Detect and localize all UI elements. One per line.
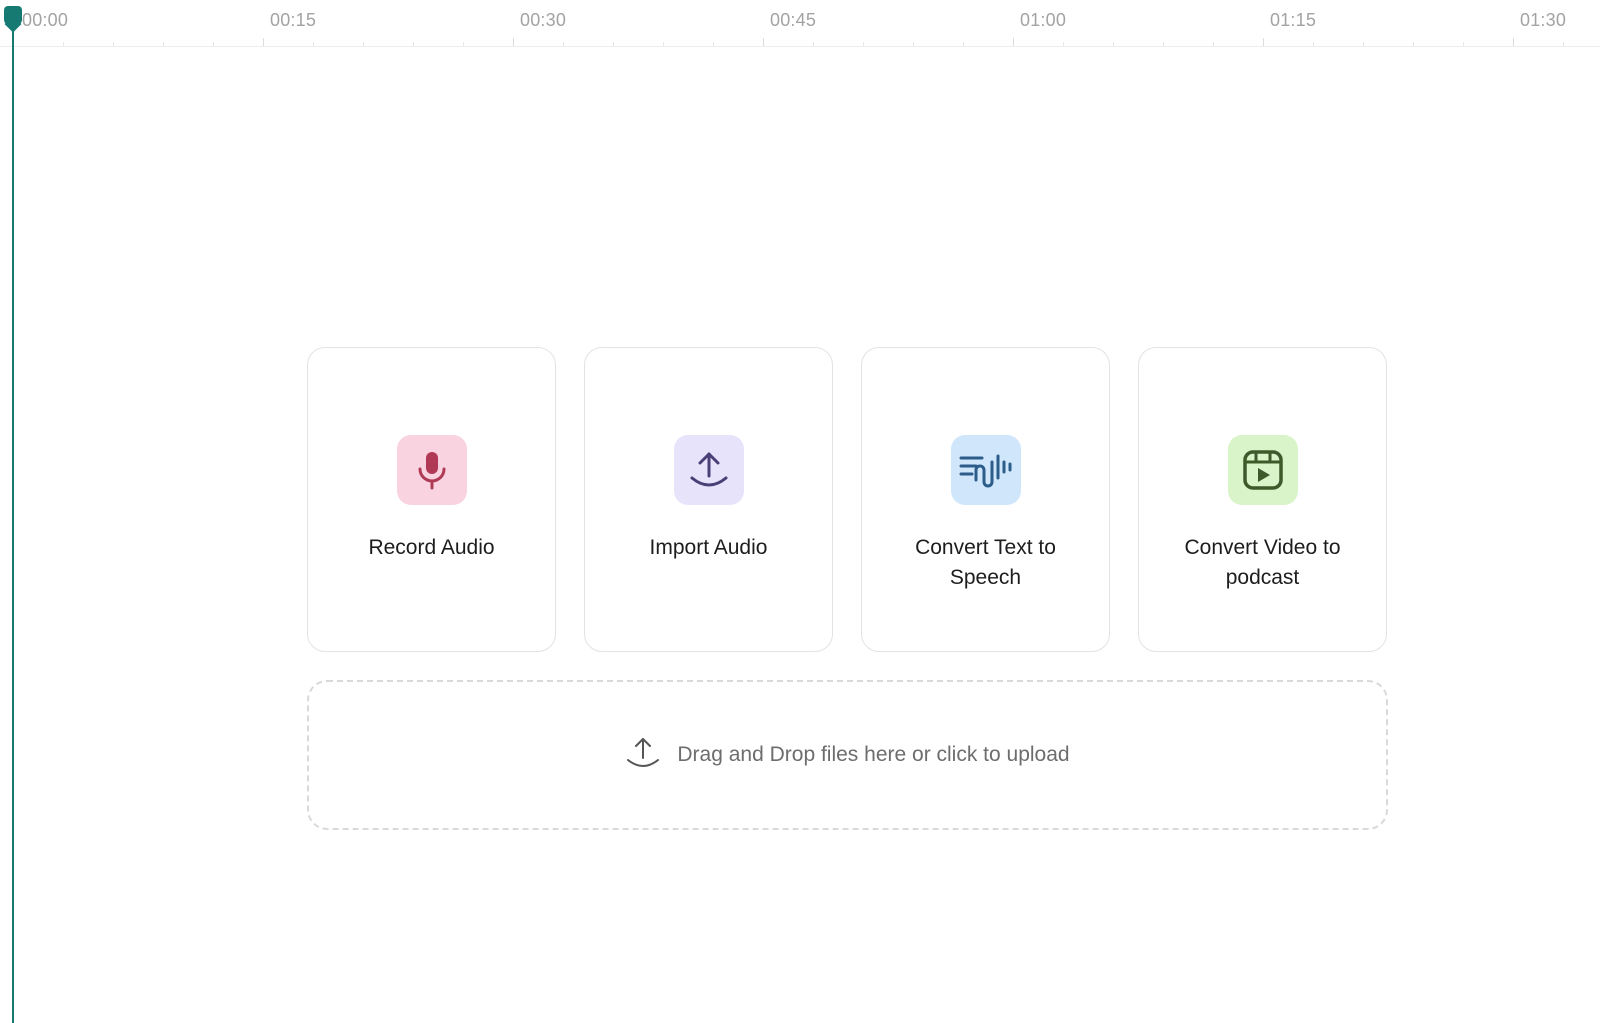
timeline-tick-mark [113,42,114,46]
text-to-speech-icon [950,435,1021,505]
timeline-tick-mark [263,38,264,46]
playhead-handle[interactable] [4,6,22,24]
timeline-tick-mark [1213,42,1214,46]
timeline-tick-mark [1163,42,1164,46]
record-audio-card[interactable]: Record Audio [307,347,556,652]
timeline-tick-mark [1113,42,1114,46]
timeline-tick-label: 00:00 [22,10,69,30]
timeline-tick-mark [1413,42,1414,46]
timeline-tick-mark [963,42,964,46]
video-reel-icon [1227,435,1298,505]
playhead-line [12,18,14,1023]
start-options: Record Audio Import Audio Convert Text t… [307,347,1387,652]
timeline-tick-label: 01:15 [1270,10,1317,30]
timeline-tick-mark [413,42,414,46]
timeline-tick-mark [63,42,64,46]
timeline-tick-mark [313,42,314,46]
video-to-podcast-card[interactable]: Convert Video to podcast [1138,347,1387,652]
timeline-tick-mark [563,42,564,46]
timeline-tick-mark [863,42,864,46]
timeline-tick-mark [1513,38,1514,46]
timeline-tick-mark [1313,42,1314,46]
timeline-tick-mark [363,42,364,46]
timeline-tick-mark [913,42,914,46]
import-audio-card[interactable]: Import Audio [584,347,833,652]
timeline-tick-label: 00:30 [520,10,567,30]
dropzone-text: Drag and Drop files here or click to upl… [677,743,1070,766]
timeline-tick-mark [1563,42,1564,46]
timeline-tick-mark [513,38,514,46]
timeline-tick-mark [813,42,814,46]
text-to-speech-card[interactable]: Convert Text to Speech [861,347,1110,652]
timeline-tick-mark [1013,38,1014,46]
audio-editor: 00:00 00:15 00:30 00:45 01:00 01:15 01:3… [0,0,1600,1023]
record-audio-label: Record Audio [368,536,495,559]
timeline-tick-label: 00:45 [770,10,817,30]
timeline-tick-mark [1263,38,1264,46]
upload-icon [673,435,744,505]
upload-arrow-icon [625,736,661,775]
timeline-tick-mark [163,42,164,46]
timeline-tick-mark [613,42,614,46]
upload-dropzone[interactable]: Drag and Drop files here or click to upl… [307,680,1388,830]
timeline-tick-label: 00:15 [270,10,317,30]
import-audio-label: Import Audio [649,536,768,559]
timeline-tick-mark [213,42,214,46]
timeline-tick-mark [1463,42,1464,46]
text-to-speech-label: Convert Text to Speech [915,536,1056,589]
timeline-tick-mark [763,38,764,46]
timeline-tick-label: 01:00 [1020,10,1067,30]
timeline-tick-mark [463,42,464,46]
timeline-ruler[interactable]: 00:00 00:15 00:30 00:45 01:00 01:15 01:3… [0,0,1600,47]
video-to-podcast-label: Convert Video to podcast [1184,536,1341,589]
timeline-tick-mark [663,42,664,46]
timeline-tick-label: 01:30 [1520,10,1567,30]
timeline-tick-mark [1363,42,1364,46]
timeline-tick-mark [713,42,714,46]
timeline-tick-mark [1063,42,1064,46]
microphone-icon [396,435,467,505]
